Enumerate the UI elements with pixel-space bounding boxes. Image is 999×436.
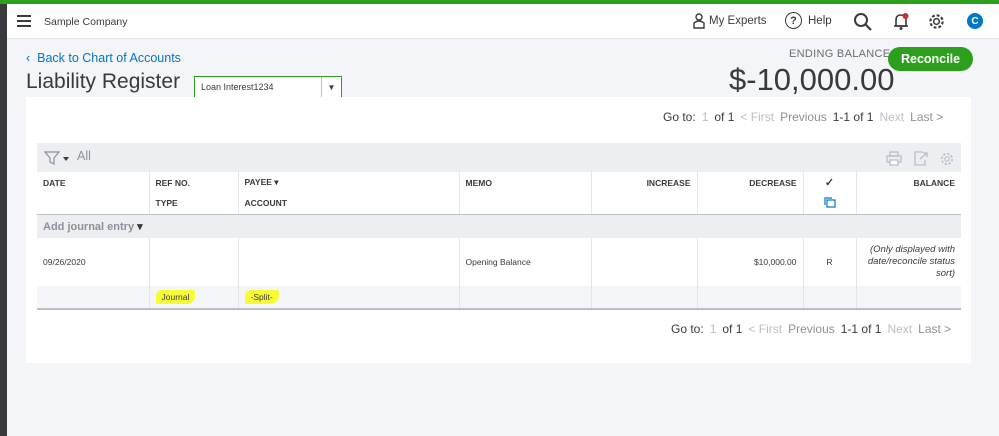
add-journal-entry-label: Add journal entry	[43, 220, 135, 233]
col-payee[interactable]: PAYEE ▾	[238, 172, 460, 193]
chevron-down-icon: ▼	[321, 77, 341, 97]
ending-balance-amount: $-10,000.00	[729, 62, 895, 97]
cell-balance: (Only displayed with date/reconcile stat…	[867, 244, 955, 279]
previous-page-link[interactable]: Previous	[780, 110, 827, 124]
notification-bell-icon[interactable]	[892, 12, 910, 31]
table-header-row-2: TYPE ACCOUNT	[37, 193, 961, 215]
filter-bar: All	[37, 143, 961, 172]
account-select-value: Loan Interest1234	[201, 82, 274, 92]
col-reconcile-toggle[interactable]	[803, 193, 857, 215]
col-increase[interactable]: INCREASE	[591, 172, 698, 193]
sort-down-icon: ▾	[274, 177, 279, 187]
pager-bottom: Go to: 1 of 1 < First Previous 1-1 of 1 …	[671, 322, 951, 336]
filter-dropdown[interactable]	[43, 151, 72, 170]
cell-type: Journal	[155, 290, 196, 304]
goto-label: Go to:	[671, 322, 704, 336]
first-page-link[interactable]: < First	[740, 110, 774, 124]
next-page-link[interactable]: Next	[887, 322, 912, 336]
next-page-link[interactable]: Next	[879, 110, 904, 124]
table-row-detail[interactable]: Journal -Split-	[37, 286, 961, 310]
range-label: 1-1 of 1	[840, 322, 882, 336]
search-icon[interactable]	[853, 12, 872, 31]
cell-increase	[591, 238, 698, 286]
col-balance[interactable]: BALANCE	[856, 172, 961, 193]
page-count: of 1	[722, 322, 743, 336]
previous-page-link[interactable]: Previous	[788, 322, 835, 336]
caret-down-icon: ▾	[137, 220, 143, 233]
cell-payee	[238, 238, 460, 286]
cell-ref-no	[149, 238, 239, 286]
col-date[interactable]: DATE	[37, 172, 150, 193]
settings-gear-icon[interactable]	[939, 151, 955, 167]
add-journal-entry-dropdown[interactable]: Add journal entry ▾	[43, 221, 143, 233]
col-type[interactable]: TYPE	[149, 193, 239, 215]
table-row[interactable]: 09/26/2020 Opening Balance $10,000.00 R …	[37, 238, 961, 286]
col-account[interactable]: ACCOUNT	[238, 193, 460, 215]
company-name: Sample Company	[44, 16, 128, 28]
col-ref-no[interactable]: REF NO.	[149, 172, 239, 193]
add-entry-row: Add journal entry ▾	[37, 214, 961, 238]
print-icon[interactable]	[886, 151, 902, 166]
copy-icon	[823, 197, 836, 208]
top-bar: Sample Company My Experts ? Help C	[7, 4, 999, 39]
checkmark-icon: ✓	[824, 177, 835, 189]
page-count: of 1	[714, 110, 735, 124]
goto-page-input[interactable]: 1	[710, 322, 717, 336]
last-page-link[interactable]: Last >	[918, 322, 951, 336]
last-page-link[interactable]: Last >	[910, 110, 943, 124]
help-button[interactable]: ? Help	[785, 12, 832, 29]
left-nav-strip	[0, 4, 7, 436]
expert-icon	[693, 13, 705, 29]
register-card: Go to: 1 of 1 < First Previous 1-1 of 1 …	[26, 97, 971, 363]
col-check[interactable]: ✓	[803, 172, 857, 193]
pager-top: Go to: 1 of 1 < First Previous 1-1 of 1 …	[663, 110, 943, 124]
cell-date: 09/26/2020	[37, 238, 150, 286]
goto-label: Go to:	[663, 110, 696, 124]
cell-memo: Opening Balance	[459, 238, 592, 286]
account-select[interactable]: Loan Interest1234 ▼	[194, 76, 342, 98]
my-experts-label: My Experts	[709, 15, 767, 27]
filter-icon	[43, 151, 69, 165]
first-page-link[interactable]: < First	[748, 322, 782, 336]
col-memo[interactable]: MEMO	[459, 172, 592, 193]
back-to-chart-of-accounts-link[interactable]: ‹ Back to Chart of Accounts	[26, 51, 181, 65]
gear-icon[interactable]	[927, 12, 946, 31]
range-label: 1-1 of 1	[832, 110, 874, 124]
my-experts-button[interactable]: My Experts	[693, 13, 767, 29]
filter-all-label: All	[77, 149, 91, 163]
ending-balance-label: ENDING BALANCE	[789, 48, 891, 60]
reconcile-button[interactable]: Reconcile	[888, 47, 973, 71]
goto-page-input[interactable]: 1	[702, 110, 709, 124]
register-table: DATE REF NO. PAYEE ▾ MEMO INCREASE DECRE…	[37, 172, 961, 310]
back-link-label: Back to Chart of Accounts	[37, 51, 181, 65]
help-icon: ?	[785, 12, 802, 29]
page-title: Liability Register	[26, 70, 181, 93]
cell-decrease: $10,000.00	[697, 238, 804, 286]
col-payee-label: PAYEE	[244, 177, 272, 187]
cell-reconcile-status[interactable]: R	[803, 238, 857, 286]
menu-icon[interactable]	[17, 15, 31, 27]
avatar[interactable]: C	[967, 13, 983, 29]
help-label: Help	[808, 14, 832, 27]
col-decrease[interactable]: DECREASE	[697, 172, 804, 193]
export-icon[interactable]	[913, 151, 929, 166]
cell-account: -Split-	[244, 290, 279, 304]
table-header-row: DATE REF NO. PAYEE ▾ MEMO INCREASE DECRE…	[37, 172, 961, 193]
